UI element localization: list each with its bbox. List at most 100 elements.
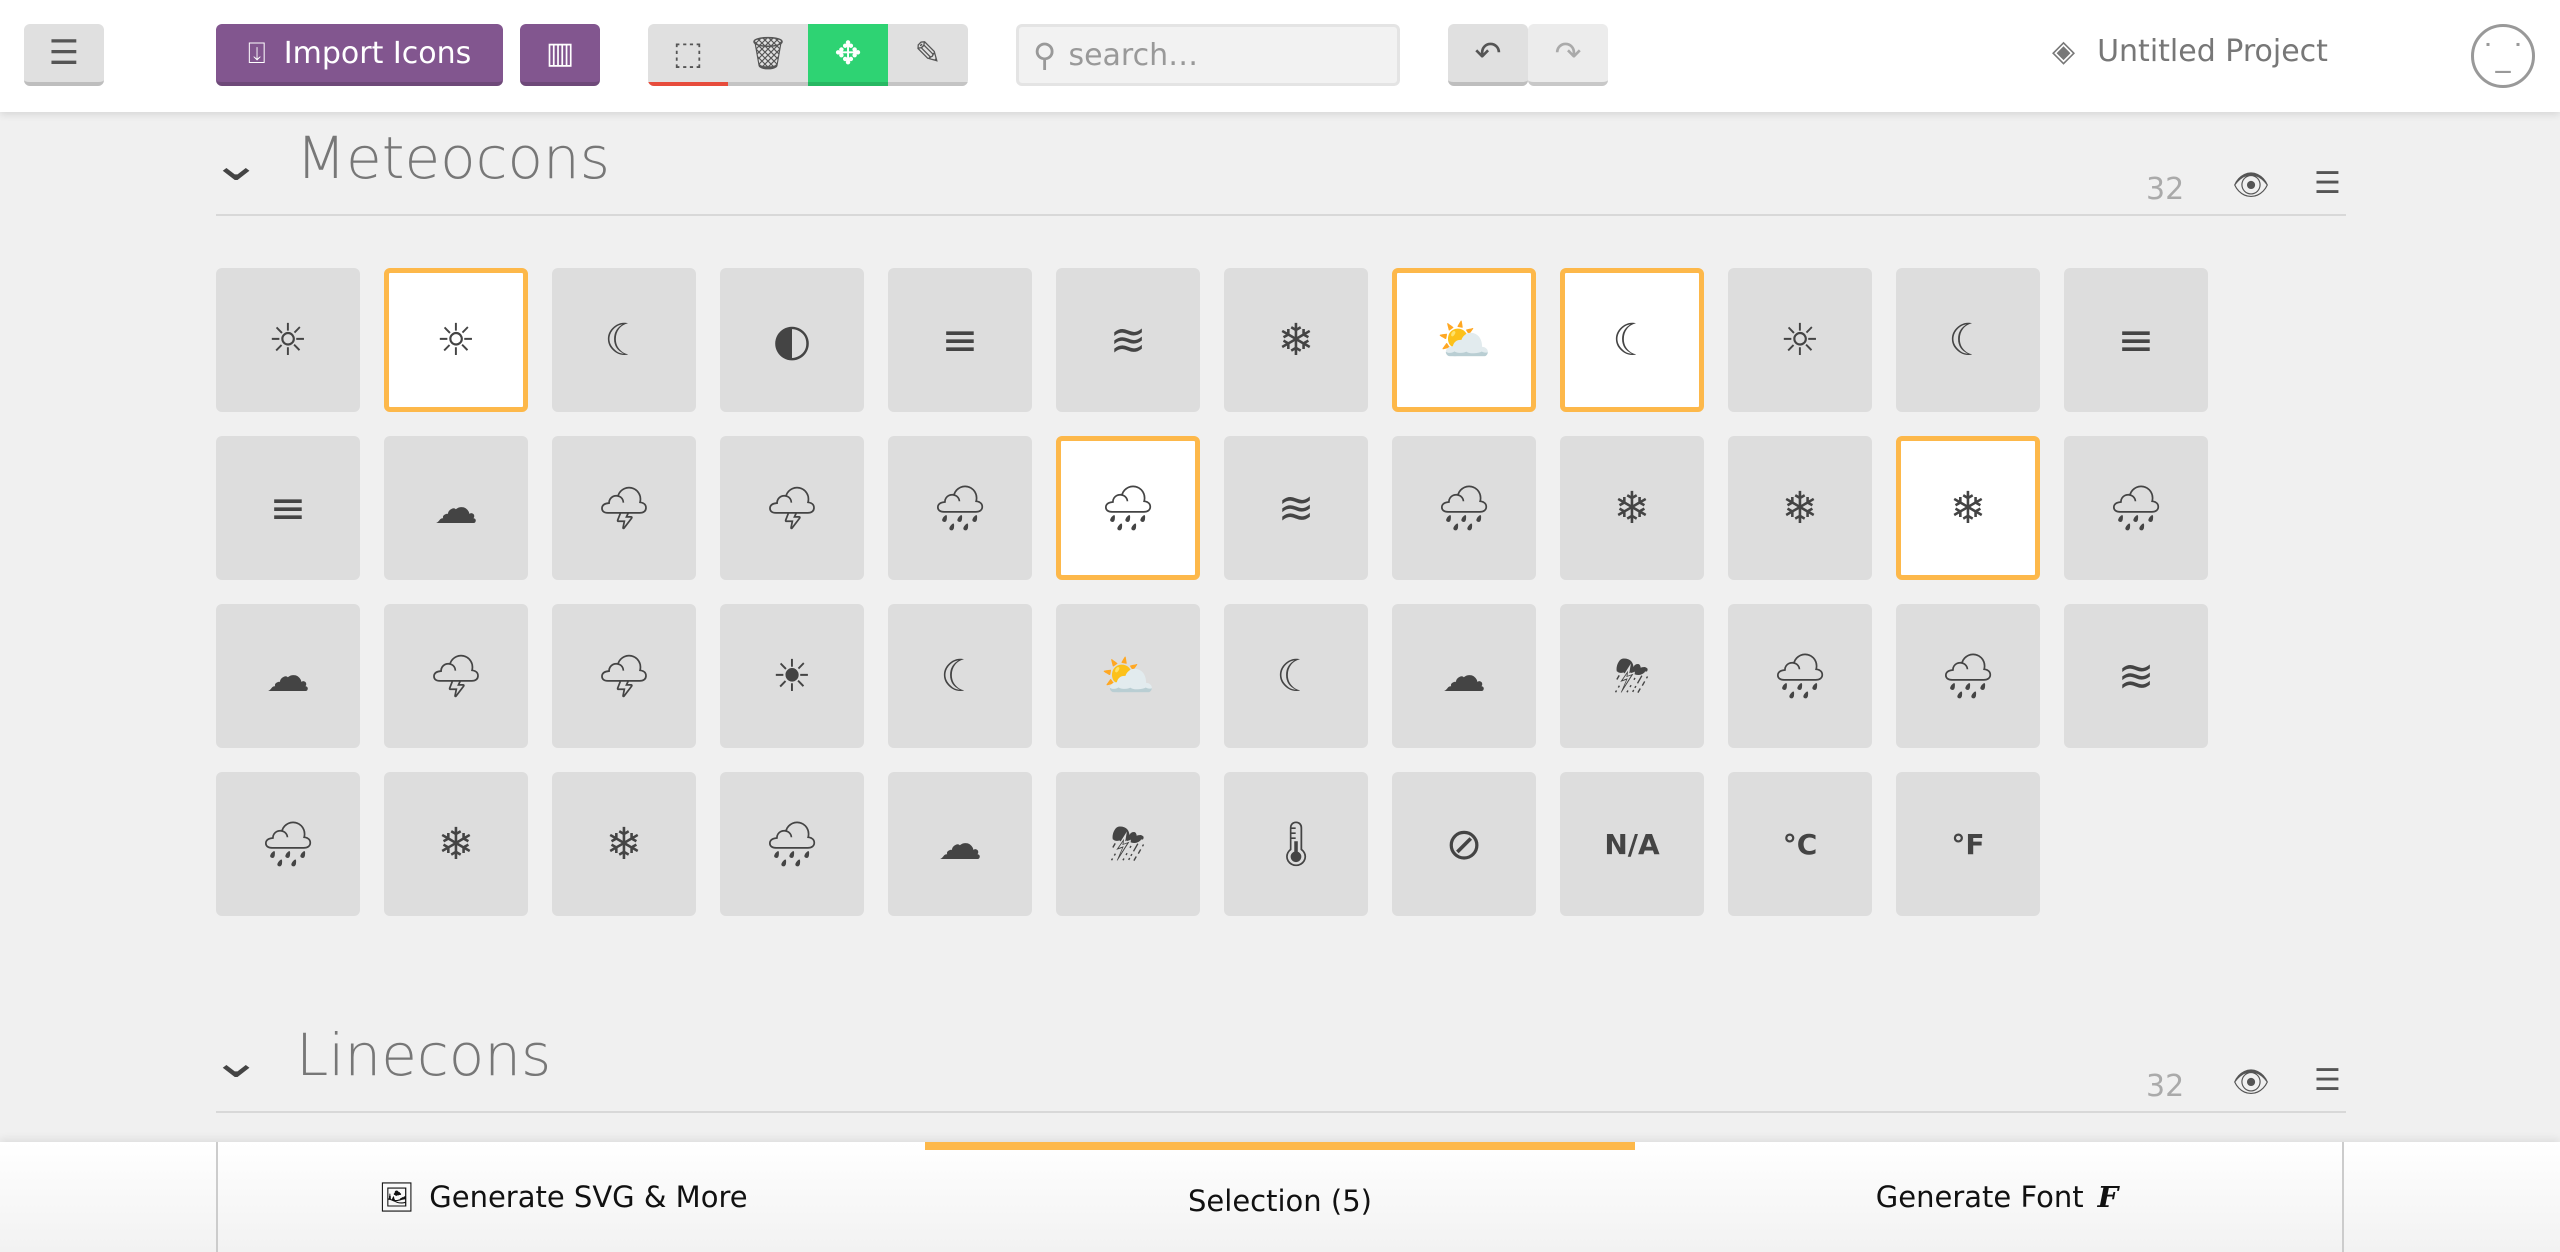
icon-tile-clouds[interactable]: ☁ bbox=[216, 604, 360, 748]
icon-tile-cloud-hail-filled[interactable]: 🌧 bbox=[720, 772, 864, 916]
icon-tile-cloud-lightning[interactable]: 🌩 bbox=[552, 436, 696, 580]
icon-tile-fog-cloud[interactable]: ≡ bbox=[2064, 268, 2208, 412]
clouds-icon: ☁ bbox=[266, 650, 310, 702]
move-tool[interactable]: ✥ bbox=[808, 24, 888, 86]
sunrise-icon: ☼ bbox=[268, 314, 308, 366]
redo-button[interactable]: ↷ bbox=[1528, 24, 1608, 86]
generate-svg-label: Generate SVG & More bbox=[429, 1180, 748, 1214]
icon-tile-moon[interactable]: ☾ bbox=[552, 268, 696, 412]
icon-tile-sun-filled[interactable]: ☀ bbox=[720, 604, 864, 748]
icon-tile-clouds-lightning-filled[interactable]: ⛈ bbox=[1056, 772, 1200, 916]
cloud-filled-icon: ☁ bbox=[1442, 650, 1486, 702]
icon-tile-cloud-snow-heavy[interactable]: ❄ bbox=[1896, 436, 2040, 580]
icon-tile-celsius[interactable]: °C bbox=[1728, 772, 1872, 916]
cloud-icon: ☁ bbox=[434, 482, 478, 534]
icon-tile-clouds-lightning[interactable]: 🌩 bbox=[384, 604, 528, 748]
menu-button[interactable]: ☰ bbox=[24, 24, 104, 86]
icon-tile-eclipse[interactable]: ◐ bbox=[720, 268, 864, 412]
undo-button[interactable]: ↶ bbox=[1448, 24, 1528, 86]
icon-tile-sun[interactable]: ☼ bbox=[384, 268, 528, 412]
cloud-wind-icon: ≋ bbox=[1277, 482, 1315, 534]
cloud-hail-filled-icon: 🌧 bbox=[764, 819, 820, 870]
icon-tile-cloud-hail[interactable]: 🌧 bbox=[2064, 436, 2208, 580]
cloud-snow-filled-icon: ❄ bbox=[437, 818, 475, 870]
icon-tile-cloud-wind-filled[interactable]: ≋ bbox=[2064, 604, 2208, 748]
icon-tile-clouds-lightning-alt[interactable]: 🌩 bbox=[552, 604, 696, 748]
icon-tile-cloud-moon-filled[interactable]: ☾ bbox=[1224, 604, 1368, 748]
icon-tile-cloud-snow-filled[interactable]: ❄ bbox=[384, 772, 528, 916]
generate-font-button[interactable]: Generate Font F bbox=[1652, 1142, 2342, 1252]
icon-tile-fog[interactable]: ≡ bbox=[216, 436, 360, 580]
edit-tool[interactable]: ✎ bbox=[888, 24, 968, 86]
generate-svg-button[interactable]: 🖼 Generate SVG & More bbox=[218, 1142, 908, 1252]
icon-tile-cloud-snow-alt[interactable]: ❄ bbox=[1728, 436, 1872, 580]
search-box: ⚲ bbox=[1016, 24, 1400, 86]
cloud-wind-filled-icon: ≋ bbox=[2117, 650, 2155, 702]
icon-tile-cloud-lightning-alt[interactable]: 🌩 bbox=[720, 436, 864, 580]
fog-cloud-icon: ≡ bbox=[2117, 314, 2155, 366]
icon-tile-cloud-sun[interactable]: ⛅ bbox=[1392, 268, 1536, 412]
section-header-linecons: ⌄ Linecons 32 👁 ☰ bbox=[210, 1013, 2346, 1113]
import-icons-button[interactable]: ⍗ Import Icons bbox=[216, 24, 503, 86]
delete-tool[interactable]: 🗑 bbox=[728, 24, 808, 86]
select-tool[interactable]: ⬚ bbox=[648, 24, 728, 86]
list-icon[interactable]: ☰ bbox=[2314, 166, 2341, 201]
cloud-moon-filled-icon: ☾ bbox=[1276, 650, 1316, 702]
cloud-snow-alt-icon: ❄ bbox=[1781, 482, 1819, 534]
selection-button[interactable]: Selection (5) bbox=[925, 1142, 1635, 1252]
eye-icon[interactable]: 👁 bbox=[2232, 168, 2270, 203]
icon-tile-moon-filled[interactable]: ☾ bbox=[888, 604, 1032, 748]
selection-label: Selection (5) bbox=[1188, 1184, 1372, 1218]
eye-icon[interactable]: 👁 bbox=[2232, 1065, 2270, 1100]
fog-sun-icon: ☼ bbox=[1780, 314, 1820, 366]
icon-tile-cloud-drizzle-filled[interactable]: 🌧 bbox=[1728, 604, 1872, 748]
chevron-down-icon[interactable]: ⌄ bbox=[210, 1033, 262, 1089]
avatar[interactable]: ˙_˙ bbox=[2471, 24, 2535, 88]
icon-tile-cloud-wind-rain[interactable]: 🌧 bbox=[1392, 436, 1536, 580]
icon-tile-thermometer[interactable]: 🌡 bbox=[1224, 772, 1368, 916]
moon-filled-icon: ☾ bbox=[940, 650, 980, 702]
icon-count: 32 bbox=[2146, 1069, 2185, 1104]
icon-tile-clouds-filled[interactable]: ☁ bbox=[888, 772, 1032, 916]
cloud-drizzle-icon: 🌧 bbox=[932, 483, 988, 534]
cloud-snow-heavy-filled-icon: ❄ bbox=[605, 818, 643, 870]
icon-tile-cloud-rain[interactable]: 🌧 bbox=[1056, 436, 1200, 580]
image-icon: 🖼 bbox=[378, 1179, 416, 1214]
redo-icon: ↷ bbox=[1554, 34, 1582, 72]
chevron-down-icon[interactable]: ⌄ bbox=[210, 136, 262, 192]
wind-icon: ≋ bbox=[1109, 314, 1147, 366]
icon-tile-cloud[interactable]: ☁ bbox=[384, 436, 528, 580]
icon-tile-fog-moon[interactable]: ☾ bbox=[1896, 268, 2040, 412]
icon-tile-not-available[interactable]: N/A bbox=[1560, 772, 1704, 916]
eclipse-icon: ◐ bbox=[772, 314, 812, 366]
search-input[interactable] bbox=[1068, 37, 1369, 73]
cloud-moon-icon: ☾ bbox=[1612, 314, 1652, 366]
fog-moon-icon: ☾ bbox=[1948, 314, 1988, 366]
icon-tile-fog-sun[interactable]: ☼ bbox=[1728, 268, 1872, 412]
icon-tile-sunrise[interactable]: ☼ bbox=[216, 268, 360, 412]
icon-tile-fahrenheit[interactable]: °F bbox=[1896, 772, 2040, 916]
icon-tile-cloud-rain-filled[interactable]: 🌧 bbox=[1896, 604, 2040, 748]
icon-tile-wind[interactable]: ≋ bbox=[1056, 268, 1200, 412]
icon-tile-cloud-sun-filled[interactable]: ⛅ bbox=[1056, 604, 1200, 748]
bottom-bar: 🖼 Generate SVG & More Selection (5) Gener… bbox=[0, 1142, 2560, 1252]
cloud-drizzle-filled-icon: 🌧 bbox=[1772, 651, 1828, 702]
cloud-rain-icon: 🌧 bbox=[1100, 483, 1156, 534]
icon-tile-snowflake[interactable]: ❄ bbox=[1224, 268, 1368, 412]
icon-tile-cloud-filled[interactable]: ☁ bbox=[1392, 604, 1536, 748]
project-name[interactable]: ◈ Untitled Project bbox=[2052, 34, 2328, 69]
icon-tile-cloud-drizzle[interactable]: 🌧 bbox=[888, 436, 1032, 580]
section-title: Meteocons bbox=[296, 124, 610, 192]
icon-tile-cloud-wind-rain-filled[interactable]: 🌧 bbox=[216, 772, 360, 916]
import-label: Import Icons bbox=[283, 35, 472, 71]
compass-icon: ⊘ bbox=[1445, 818, 1483, 870]
icon-tile-compass[interactable]: ⊘ bbox=[1392, 772, 1536, 916]
icon-tile-cloud-wind[interactable]: ≋ bbox=[1224, 436, 1368, 580]
icon-tile-cloud-snow-heavy-filled[interactable]: ❄ bbox=[552, 772, 696, 916]
icon-tile-cloud-lightning-filled[interactable]: ⛈ bbox=[1560, 604, 1704, 748]
icon-tile-cloud-snow[interactable]: ❄ bbox=[1560, 436, 1704, 580]
library-button[interactable]: ▥ bbox=[520, 24, 600, 86]
list-icon[interactable]: ☰ bbox=[2314, 1063, 2341, 1098]
icon-tile-planet-fog[interactable]: ≡ bbox=[888, 268, 1032, 412]
icon-tile-cloud-moon[interactable]: ☾ bbox=[1560, 268, 1704, 412]
